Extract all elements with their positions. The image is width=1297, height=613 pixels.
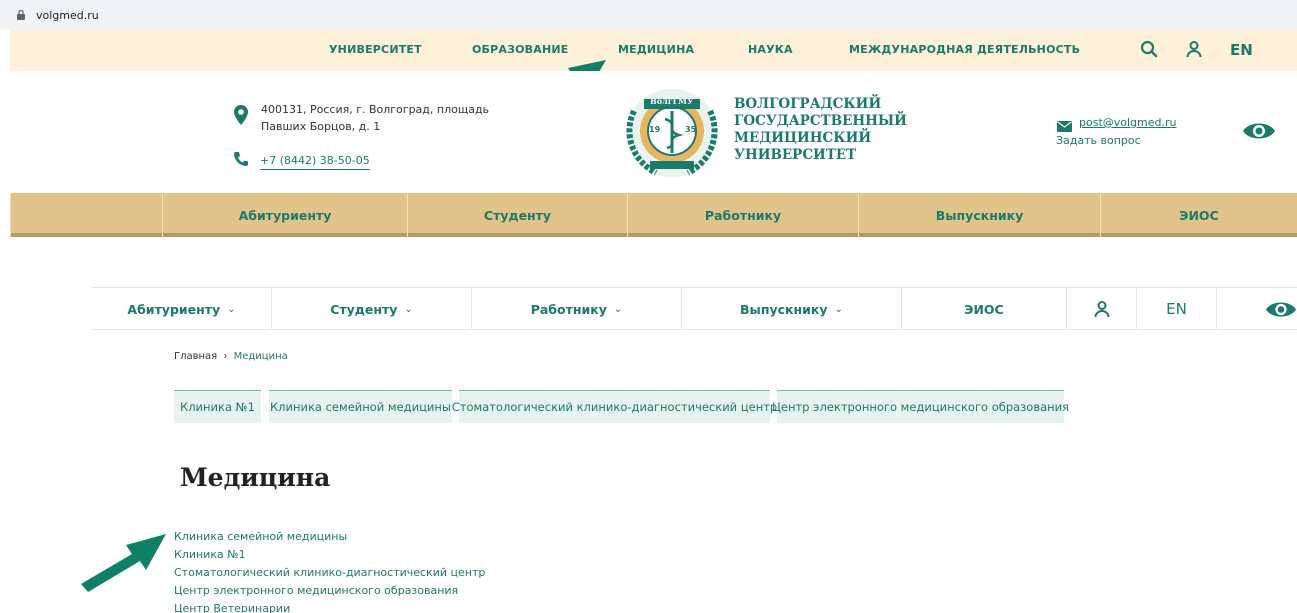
breadcrumb-separator: › [223, 351, 228, 362]
user-icon [1094, 301, 1109, 318]
eye-icon [1265, 301, 1297, 317]
sub-nav-employee-label: Работнику [530, 301, 607, 317]
breadcrumb-home[interactable]: Главная [174, 351, 217, 362]
link-clinic-1[interactable]: Клиника №1 [174, 546, 485, 564]
links-list: Клиника семейной медицины Клиника №1 Сто… [174, 528, 485, 613]
sub-nav-student-label: Студенту [330, 301, 398, 317]
sub-nav-applicant[interactable]: Абитуриенту ⌄ [92, 288, 272, 330]
main-nav-student[interactable]: Студенту [407, 193, 627, 237]
email-link[interactable]: post@volgmed.ru [1079, 116, 1177, 129]
ask-question-link[interactable]: Задать вопрос [1056, 134, 1141, 147]
top-nav-university[interactable]: УНИВЕРСИТЕТ [329, 43, 422, 56]
phone-link[interactable]: +7 (8442) 38-50-05 [260, 154, 370, 170]
logo-year-right: 35 [685, 125, 697, 134]
sub-nav-applicant-label: Абитуриенту [127, 301, 221, 317]
sub-nav-graduate[interactable]: Выпускнику ⌄ [682, 288, 902, 330]
tab-clinic-1[interactable]: Клиника №1 [174, 390, 261, 423]
chevron-down-icon: ⌄ [834, 303, 843, 315]
language-switch[interactable]: EN [1230, 41, 1253, 59]
breadcrumb: Главная › Медицина [174, 351, 288, 362]
address-text: 400131, Россия, г. Волгоград, площадь Па… [261, 103, 490, 133]
logo-text: ВолгГМУ [650, 96, 694, 106]
sub-nav-student[interactable]: Студенту ⌄ [272, 288, 472, 330]
lock-icon [16, 9, 28, 21]
top-navigation: УНИВЕРСИТЕТ ОБРАЗОВАНИЕ МЕДИЦИНА НАУКА М… [10, 30, 1297, 71]
tab-family-clinic[interactable]: Клиника семейной медицины [269, 390, 452, 423]
chevron-down-icon: ⌄ [613, 303, 623, 315]
chevron-down-icon: ⌄ [404, 303, 413, 315]
top-nav-international[interactable]: МЕЖДУНАРОДНАЯ ДЕЯТЕЛЬНОСТЬ [849, 43, 1080, 56]
sub-nav-user[interactable] [1067, 288, 1137, 330]
sub-nav-graduate-label: Выпускнику [740, 301, 828, 317]
logo-year-left: 19 [649, 125, 661, 134]
sub-nav-eios[interactable]: ЭИОС [902, 288, 1067, 330]
annotation-arrow-bottom [81, 534, 166, 592]
university-logo[interactable]: ВолгГМУ 19 35 [620, 81, 724, 179]
main-nav-graduate[interactable]: Выпускнику [858, 193, 1100, 237]
phone-icon [233, 151, 249, 171]
secondary-navigation: Абитуриенту ⌄ Студенту ⌄ Работнику ⌄ Выпуск… [92, 287, 1297, 330]
main-navigation: Абитуриенту Студенту Работнику Выпускник… [10, 193, 1297, 237]
main-nav-spacer [10, 193, 162, 237]
tab-dental-center[interactable]: Стоматологический клинико-диагностически… [452, 390, 777, 423]
search-icon[interactable] [1140, 40, 1158, 62]
sub-nav-employee[interactable]: Работнику ⌄ [472, 288, 682, 330]
sub-nav-language[interactable]: EN [1137, 288, 1217, 330]
tab-e-learning-center[interactable]: Центр электронного медицинского образова… [772, 390, 1069, 423]
link-e-learning-center[interactable]: Центр электронного медицинского образова… [174, 582, 485, 600]
link-veterinary-center[interactable]: Центр Ветеринарии [174, 600, 485, 613]
eye-icon[interactable] [1242, 120, 1276, 146]
chevron-down-icon: ⌄ [227, 303, 236, 315]
link-dental-center[interactable]: Стоматологический клинико-диагностически… [174, 564, 485, 582]
breadcrumb-current: Медицина [233, 351, 288, 362]
sub-nav-visibility[interactable] [1217, 288, 1297, 330]
user-icon[interactable] [1185, 40, 1203, 62]
page-title: Медицина [180, 463, 331, 492]
main-nav-employee[interactable]: Работнику [627, 193, 858, 237]
main-nav-eios[interactable]: ЭИОС [1100, 193, 1297, 237]
link-family-clinic[interactable]: Клиника семейной медицины [174, 528, 485, 546]
university-name[interactable]: ВОЛГОГРАДСКИЙ ГОСУДАРСТВЕННЫЙ МЕДИЦИНСКИ… [734, 96, 907, 164]
url-text: volgmed.ru [36, 8, 99, 22]
site-header: 400131, Россия, г. Волгоград, площадь Па… [0, 71, 1297, 193]
location-pin-icon [233, 104, 249, 130]
top-nav-medicine[interactable]: МЕДИЦИНА [618, 43, 694, 56]
main-nav-applicant[interactable]: Абитуриенту [162, 193, 407, 237]
top-nav-science[interactable]: НАУКА [748, 43, 793, 56]
browser-url-bar[interactable]: volgmed.ru [0, 0, 1297, 30]
